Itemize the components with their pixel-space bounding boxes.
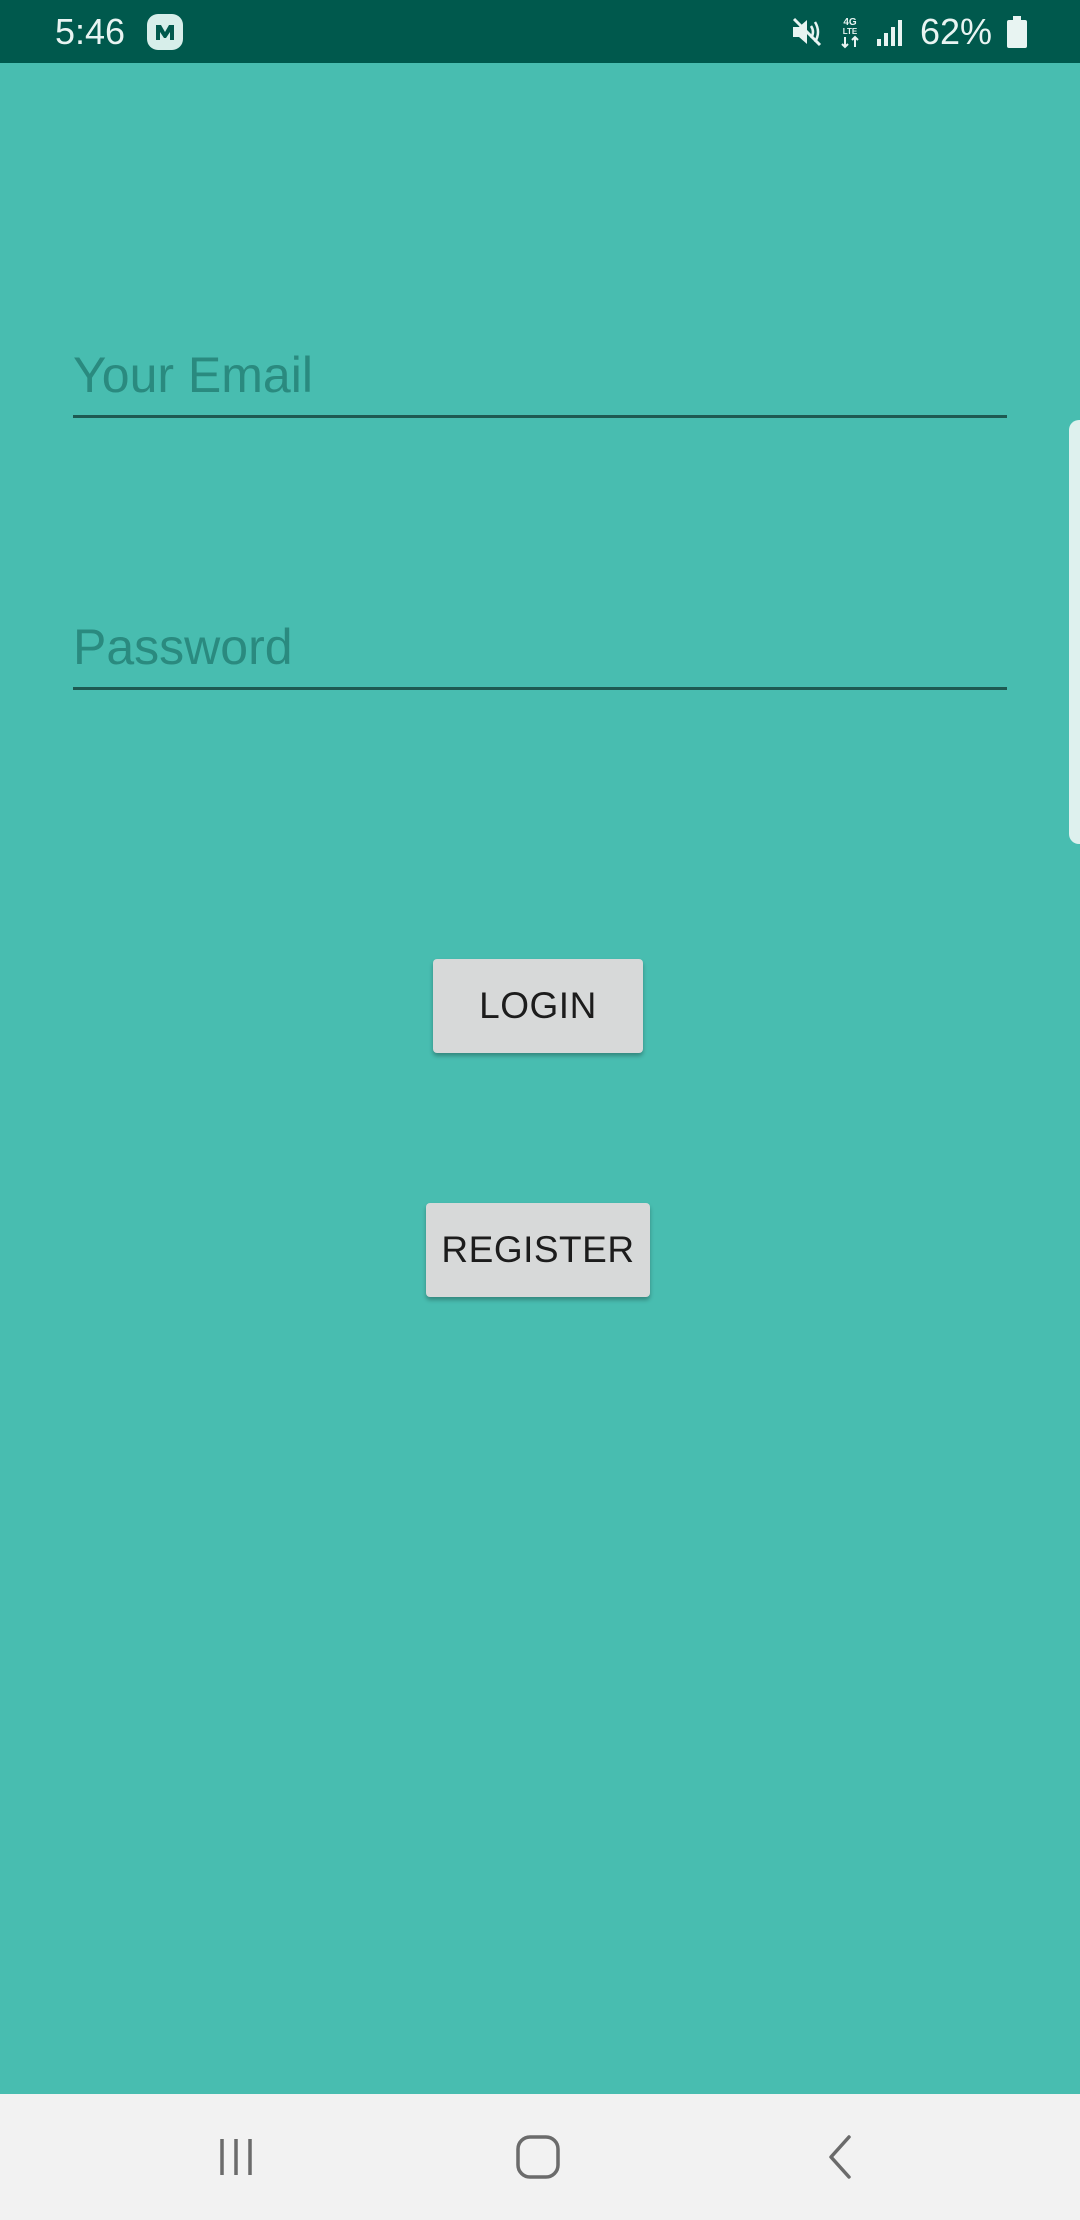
battery-percentage: 62% [919,11,992,52]
password-field[interactable] [73,610,1007,690]
login-button[interactable]: LOGIN [433,959,643,1053]
navigation-bar [0,2094,1080,2220]
register-button[interactable]: REGISTER [426,1203,650,1297]
email-underline [73,415,1007,418]
messenger-notification-icon [147,14,183,50]
battery-icon [1007,16,1027,48]
mute-icon [792,17,821,47]
status-bar: 5:46 4G LTE 62% [0,0,1080,63]
status-time: 5:46 [55,11,126,52]
back-button[interactable] [780,2094,900,2220]
svg-text:LTE: LTE [843,27,858,36]
recents-icon [220,2139,252,2175]
home-button[interactable] [478,2094,598,2220]
signal-icon [876,20,902,46]
password-input[interactable] [73,610,1007,684]
recents-button[interactable] [176,2094,296,2220]
edge-panel-handle[interactable] [1069,420,1080,844]
back-icon [829,2135,851,2179]
lte-data-icon: 4G LTE [841,17,859,49]
email-input[interactable] [73,338,1007,412]
login-screen: 5:46 4G LTE 62% Your Email LOGIN REGISTE… [0,0,1080,2220]
home-icon [516,2135,560,2179]
password-underline [73,687,1007,690]
email-field[interactable] [73,338,1007,418]
